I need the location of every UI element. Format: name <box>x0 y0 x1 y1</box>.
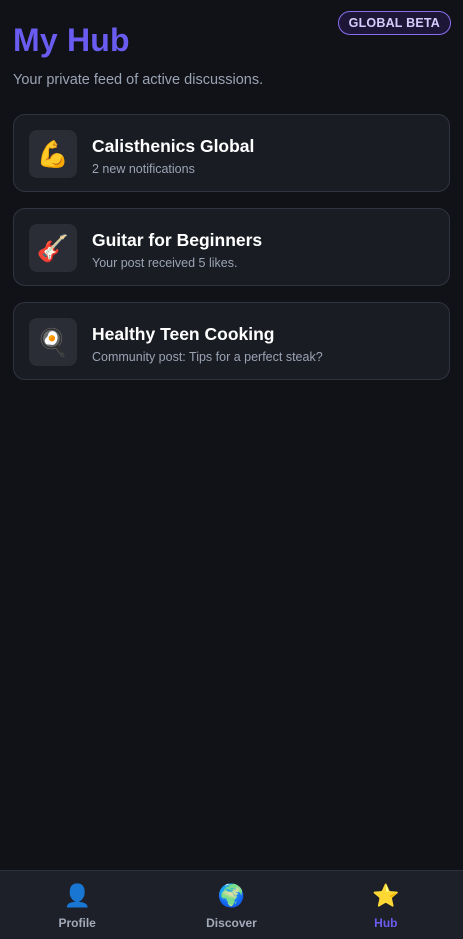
guitar-icon: 🎸 <box>29 224 77 272</box>
nav-item-label: Discover <box>206 916 257 930</box>
globe-icon: 🌍 <box>217 883 246 908</box>
feed-card-healthy-teen-cooking[interactable]: 🍳 Healthy Teen Cooking Community post: T… <box>13 302 450 380</box>
feed-card-title: Guitar for Beginners <box>92 230 263 250</box>
page-header: My Hub GLOBAL BETA Your private feed of … <box>0 0 463 110</box>
flexed-biceps-icon: 💪 <box>29 130 77 178</box>
bottom-navigation: 👤 Profile 🌍 Discover ⭐ Hub <box>0 870 463 939</box>
feed-card-title: Calisthenics Global <box>92 136 255 156</box>
feed-card-subtitle: 2 new notifications <box>92 162 195 176</box>
nav-item-label: Profile <box>58 916 96 930</box>
feed-card-title: Healthy Teen Cooking <box>92 324 275 344</box>
cooking-pan-icon: 🍳 <box>29 318 77 366</box>
feed-card-guitar-for-beginners[interactable]: 🎸 Guitar for Beginners Your post receive… <box>13 208 450 286</box>
global-beta-badge: GLOBAL BETA <box>337 11 451 35</box>
nav-item-discover[interactable]: 🌍 Discover <box>154 871 308 939</box>
nav-item-profile[interactable]: 👤 Profile <box>0 871 154 939</box>
feed-card-subtitle: Community post: Tips for a perfect steak… <box>92 350 323 364</box>
person-icon: 👤 <box>63 883 91 908</box>
nav-item-label: Hub <box>374 916 398 930</box>
star-icon: ⭐ <box>372 883 400 908</box>
discussion-feed: 💪 Calisthenics Global 2 new notification… <box>13 114 450 396</box>
feed-card-calisthenics-global[interactable]: 💪 Calisthenics Global 2 new notification… <box>13 114 450 192</box>
page-subtitle: Your private feed of active discussions. <box>13 72 264 88</box>
nav-item-hub[interactable]: ⭐ Hub <box>309 871 463 939</box>
page-title: My Hub <box>13 22 130 58</box>
feed-card-subtitle: Your post received 5 likes. <box>92 256 238 270</box>
